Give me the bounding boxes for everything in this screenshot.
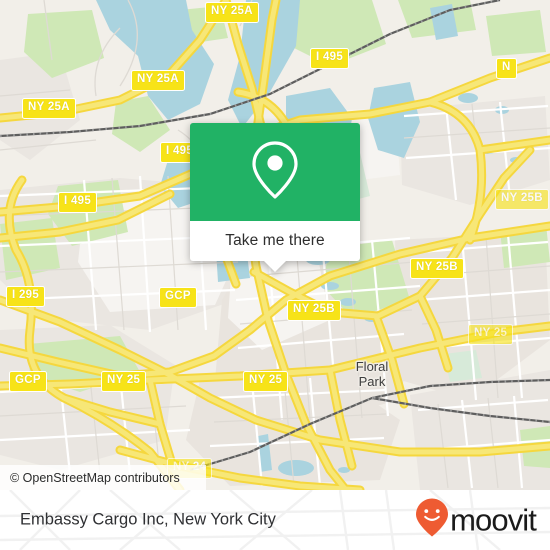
popup-tail [264, 261, 286, 272]
popup-action-bar[interactable]: Take me there [190, 221, 360, 272]
moovit-pin-smile-icon [415, 498, 449, 543]
take-me-there-button[interactable]: Take me there [225, 232, 325, 250]
road-shield: I 295 [6, 286, 46, 307]
map-pin-icon [247, 138, 303, 207]
road-shield: GCP [159, 287, 197, 308]
road-shield: NY 25A [205, 2, 259, 23]
map-page: .land { fill:#f2efe9; } .resid { fill:#e… [0, 0, 550, 550]
road-shield: NY 25B [287, 300, 341, 321]
location-popup[interactable]: Take me there [190, 123, 360, 272]
moovit-brand[interactable]: moovit [415, 498, 537, 543]
popup-pin-panel [190, 123, 360, 221]
road-shield: NY 25B [410, 258, 464, 279]
road-shield: N [496, 58, 517, 79]
page-title: Embassy Cargo Inc, New York City [20, 510, 276, 529]
road-shield: I 495 [310, 48, 350, 69]
moovit-wordmark: moovit [450, 502, 537, 538]
map-attribution[interactable]: © OpenStreetMap contributors [0, 465, 206, 490]
road-shield: NY 25A [22, 98, 76, 119]
road-shield: NY 25 [468, 324, 514, 345]
place-label-floral-park: Floral Park [356, 360, 389, 388]
road-shield: NY 25A [131, 70, 185, 91]
road-shield: GCP [9, 371, 47, 392]
road-shield: NY 25 [243, 371, 289, 392]
road-shield: I 495 [58, 192, 98, 213]
place-label-line-2: Park [358, 374, 386, 389]
map-canvas[interactable]: .land { fill:#f2efe9; } .resid { fill:#e… [0, 0, 550, 490]
place-label-line-1: Floral [355, 359, 389, 374]
road-shield: NY 25 [101, 371, 147, 392]
footer-bar: Embassy Cargo Inc, New York City moovit [0, 490, 550, 550]
road-shield: NY 25B [495, 189, 549, 210]
attribution-text[interactable]: © OpenStreetMap contributors [10, 471, 180, 485]
